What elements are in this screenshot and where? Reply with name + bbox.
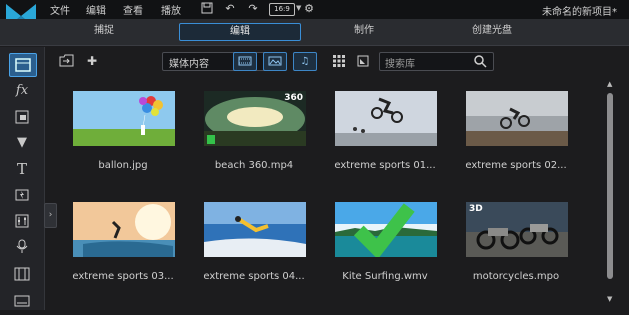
audio-filter-icon[interactable]: ♫ bbox=[293, 52, 317, 71]
import-media-icon[interactable] bbox=[56, 52, 76, 70]
gear-icon[interactable]: ⚙ bbox=[302, 2, 316, 16]
media-name: extreme sports 04... bbox=[203, 271, 305, 282]
title-icon[interactable]: T bbox=[9, 158, 35, 180]
room-toolbar: fx ▼ T bbox=[0, 47, 45, 310]
tab-create-disc[interactable]: 创建光盘 bbox=[442, 23, 542, 39]
tab-capture[interactable]: 捕捉 bbox=[64, 23, 144, 39]
media-item[interactable]: ballon.jpg bbox=[60, 84, 186, 194]
media-name: Kite Surfing.wmv bbox=[342, 271, 428, 282]
pip-icon[interactable] bbox=[9, 106, 35, 128]
media-thumbnail: 3D bbox=[466, 202, 568, 257]
menu-edit[interactable]: 编辑 bbox=[86, 2, 106, 17]
voice-over-icon[interactable] bbox=[9, 236, 35, 258]
chapter-icon[interactable] bbox=[9, 263, 35, 285]
chevron-down-icon[interactable]: ▼ bbox=[296, 4, 301, 12]
media-item[interactable]: extreme sports 04... bbox=[191, 195, 317, 305]
checkmark-icon bbox=[353, 203, 415, 257]
media-name: extreme sports 02... bbox=[465, 160, 567, 171]
media-thumbnail bbox=[73, 91, 175, 146]
redo-icon[interactable]: ↷ bbox=[246, 2, 260, 16]
thumbnail-view-icon[interactable] bbox=[329, 52, 349, 70]
media-thumbnail bbox=[204, 202, 306, 257]
image-filter-icon[interactable] bbox=[263, 52, 287, 71]
media-item[interactable]: 360 beach 360.mp4 bbox=[191, 84, 317, 194]
project-title: 未命名的新项目* bbox=[542, 7, 617, 18]
menu-bar: 文件 编辑 查看 播放 ↶ ↷ 16:9 ▼ ⚙ 未命名的新项目* bbox=[0, 0, 629, 28]
media-item[interactable]: extreme sports 02... bbox=[453, 84, 579, 194]
scroll-down-icon[interactable]: ▼ bbox=[607, 295, 612, 303]
library-category-value: 媒体内容 bbox=[169, 59, 209, 70]
menu-view[interactable]: 查看 bbox=[123, 2, 143, 17]
menu-play[interactable]: 播放 bbox=[161, 2, 181, 17]
expand-panel-button[interactable]: › bbox=[44, 203, 57, 228]
media-thumbnail: 360 bbox=[204, 91, 306, 146]
media-thumbnail bbox=[466, 91, 568, 146]
media-item[interactable]: extreme sports 01... bbox=[322, 84, 448, 194]
search-placeholder: 搜索库 bbox=[385, 59, 415, 70]
media-item[interactable]: 3D motorcycles.mpo bbox=[453, 195, 579, 305]
media-item[interactable]: Kite Surfing.wmv bbox=[322, 195, 448, 305]
tab-produce[interactable]: 制作 bbox=[324, 23, 404, 39]
save-icon[interactable] bbox=[200, 2, 214, 16]
media-name: ballon.jpg bbox=[98, 160, 148, 171]
media-name: extreme sports 01... bbox=[334, 160, 436, 171]
plugin-icon[interactable]: ✚ bbox=[82, 52, 102, 70]
media-thumbnail bbox=[335, 91, 437, 146]
mode-tabs: 捕捉 编辑 制作 创建光盘 bbox=[0, 19, 629, 46]
media-name: beach 360.mp4 bbox=[214, 160, 294, 171]
media-name: motorcycles.mpo bbox=[472, 271, 560, 282]
resize-icon[interactable] bbox=[353, 52, 373, 70]
scrollbar-thumb[interactable] bbox=[607, 93, 613, 279]
undo-icon[interactable]: ↶ bbox=[223, 2, 237, 16]
media-thumbnail bbox=[335, 202, 437, 257]
transition-icon[interactable] bbox=[9, 184, 35, 206]
video-clip-icon bbox=[207, 135, 215, 144]
particle-icon[interactable]: ▼ bbox=[9, 132, 35, 154]
aspect-ratio-button[interactable]: 16:9 bbox=[269, 3, 295, 16]
audio-mixing-icon[interactable] bbox=[9, 210, 35, 232]
360-badge: 360 bbox=[284, 93, 303, 103]
library-search-input[interactable]: 搜索库 bbox=[379, 52, 494, 71]
video-filter-icon[interactable] bbox=[233, 52, 257, 71]
fx-icon[interactable]: fx bbox=[9, 80, 35, 102]
media-thumbnail bbox=[73, 202, 175, 257]
media-library-grid: ballon.jpg 360 beach 360.mp4 extreme spo… bbox=[60, 84, 600, 310]
scroll-up-icon[interactable]: ▲ bbox=[607, 80, 612, 88]
media-name: extreme sports 03... bbox=[72, 271, 174, 282]
tab-edit[interactable]: 编辑 bbox=[179, 23, 301, 41]
library-toolbar: ✚ 媒体内容 ∨ ♫ 搜索库 bbox=[52, 50, 612, 74]
media-room-icon[interactable] bbox=[9, 53, 37, 77]
3d-badge: 3D bbox=[469, 204, 483, 214]
media-item[interactable]: extreme sports 03... bbox=[60, 195, 186, 305]
menu-file[interactable]: 文件 bbox=[50, 2, 70, 17]
subtitle-icon[interactable] bbox=[9, 290, 35, 312]
search-icon[interactable] bbox=[473, 54, 487, 68]
